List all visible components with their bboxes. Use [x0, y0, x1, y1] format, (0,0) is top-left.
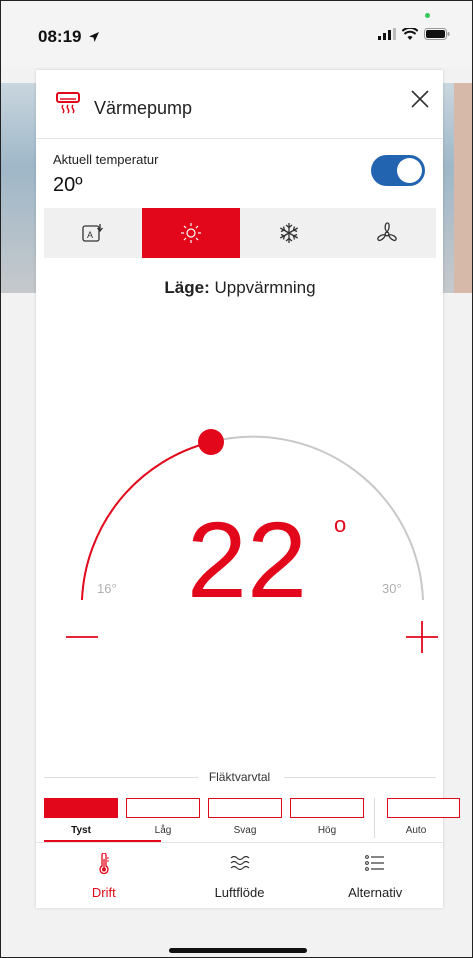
- bottom-tab-bar: Drift Luftflöde Alternativ: [36, 842, 443, 909]
- wifi-icon: [402, 28, 418, 40]
- status-time: 08:19: [38, 27, 100, 47]
- tab-label-drift: Drift: [91, 885, 116, 900]
- setpoint-degree: o: [334, 512, 346, 537]
- home-indicator[interactable]: [169, 948, 307, 953]
- tab-icon-wrap: [172, 853, 308, 875]
- tab-drift[interactable]: Drift: [36, 843, 172, 909]
- fan-speed-tyst-button[interactable]: [44, 798, 118, 818]
- tab-luftflode[interactable]: Luftflöde: [172, 843, 308, 909]
- max-temp-label: 30°: [382, 581, 402, 596]
- tab-alternativ[interactable]: Alternativ: [307, 843, 443, 909]
- battery-icon: [424, 28, 450, 40]
- mic-indicator: [425, 13, 430, 18]
- fan-speed-separator: [374, 798, 375, 838]
- tab-label-alternativ: Alternativ: [348, 885, 403, 900]
- min-temp-label: 16°: [97, 581, 117, 596]
- thermostat-dial[interactable]: 22 o 16° 30°: [36, 70, 443, 690]
- fan-speed-auto-button[interactable]: [387, 798, 460, 818]
- fan-speed-hog-button[interactable]: [290, 798, 364, 818]
- increase-button[interactable]: [402, 620, 442, 660]
- fan-speed-svag-button[interactable]: [208, 798, 282, 818]
- fan-speed-label-lag: Låg: [154, 825, 172, 836]
- list-icon: [365, 855, 385, 871]
- tab-icon-wrap: [36, 853, 172, 875]
- fan-speed-label-svag: Svag: [233, 825, 257, 836]
- tab-label-luftflode: Luftflöde: [214, 885, 265, 900]
- setpoint-value: 22: [187, 499, 307, 620]
- fan-speed-label-tyst: Tyst: [71, 825, 91, 836]
- tab-icon-wrap: [307, 853, 443, 875]
- status-bar: 08:19: [1, 1, 472, 67]
- heatpump-panel: Värmepump Aktuell temperatur 20º A Läge:…: [36, 70, 460, 909]
- fan-speed-header: Fläktvarvtal: [36, 770, 443, 784]
- dial-handle: [198, 429, 224, 455]
- fan-speed-label-auto: Auto: [405, 825, 427, 836]
- signal-icon: [378, 28, 396, 40]
- thermometer-icon: [99, 853, 109, 875]
- fan-speed-label-hog: Hög: [317, 825, 337, 836]
- fan-speed-title: Fläktvarvtal: [208, 770, 271, 784]
- airflow-icon: [230, 855, 249, 871]
- background-edge: [454, 83, 472, 293]
- location-arrow-icon: [89, 32, 100, 42]
- phone-frame: 08:19 Värmepump Aktuell temperatur 20º A…: [0, 0, 473, 958]
- fan-speed-lag-button[interactable]: [126, 798, 200, 818]
- decrease-button[interactable]: [61, 620, 101, 660]
- status-icons: [378, 28, 450, 40]
